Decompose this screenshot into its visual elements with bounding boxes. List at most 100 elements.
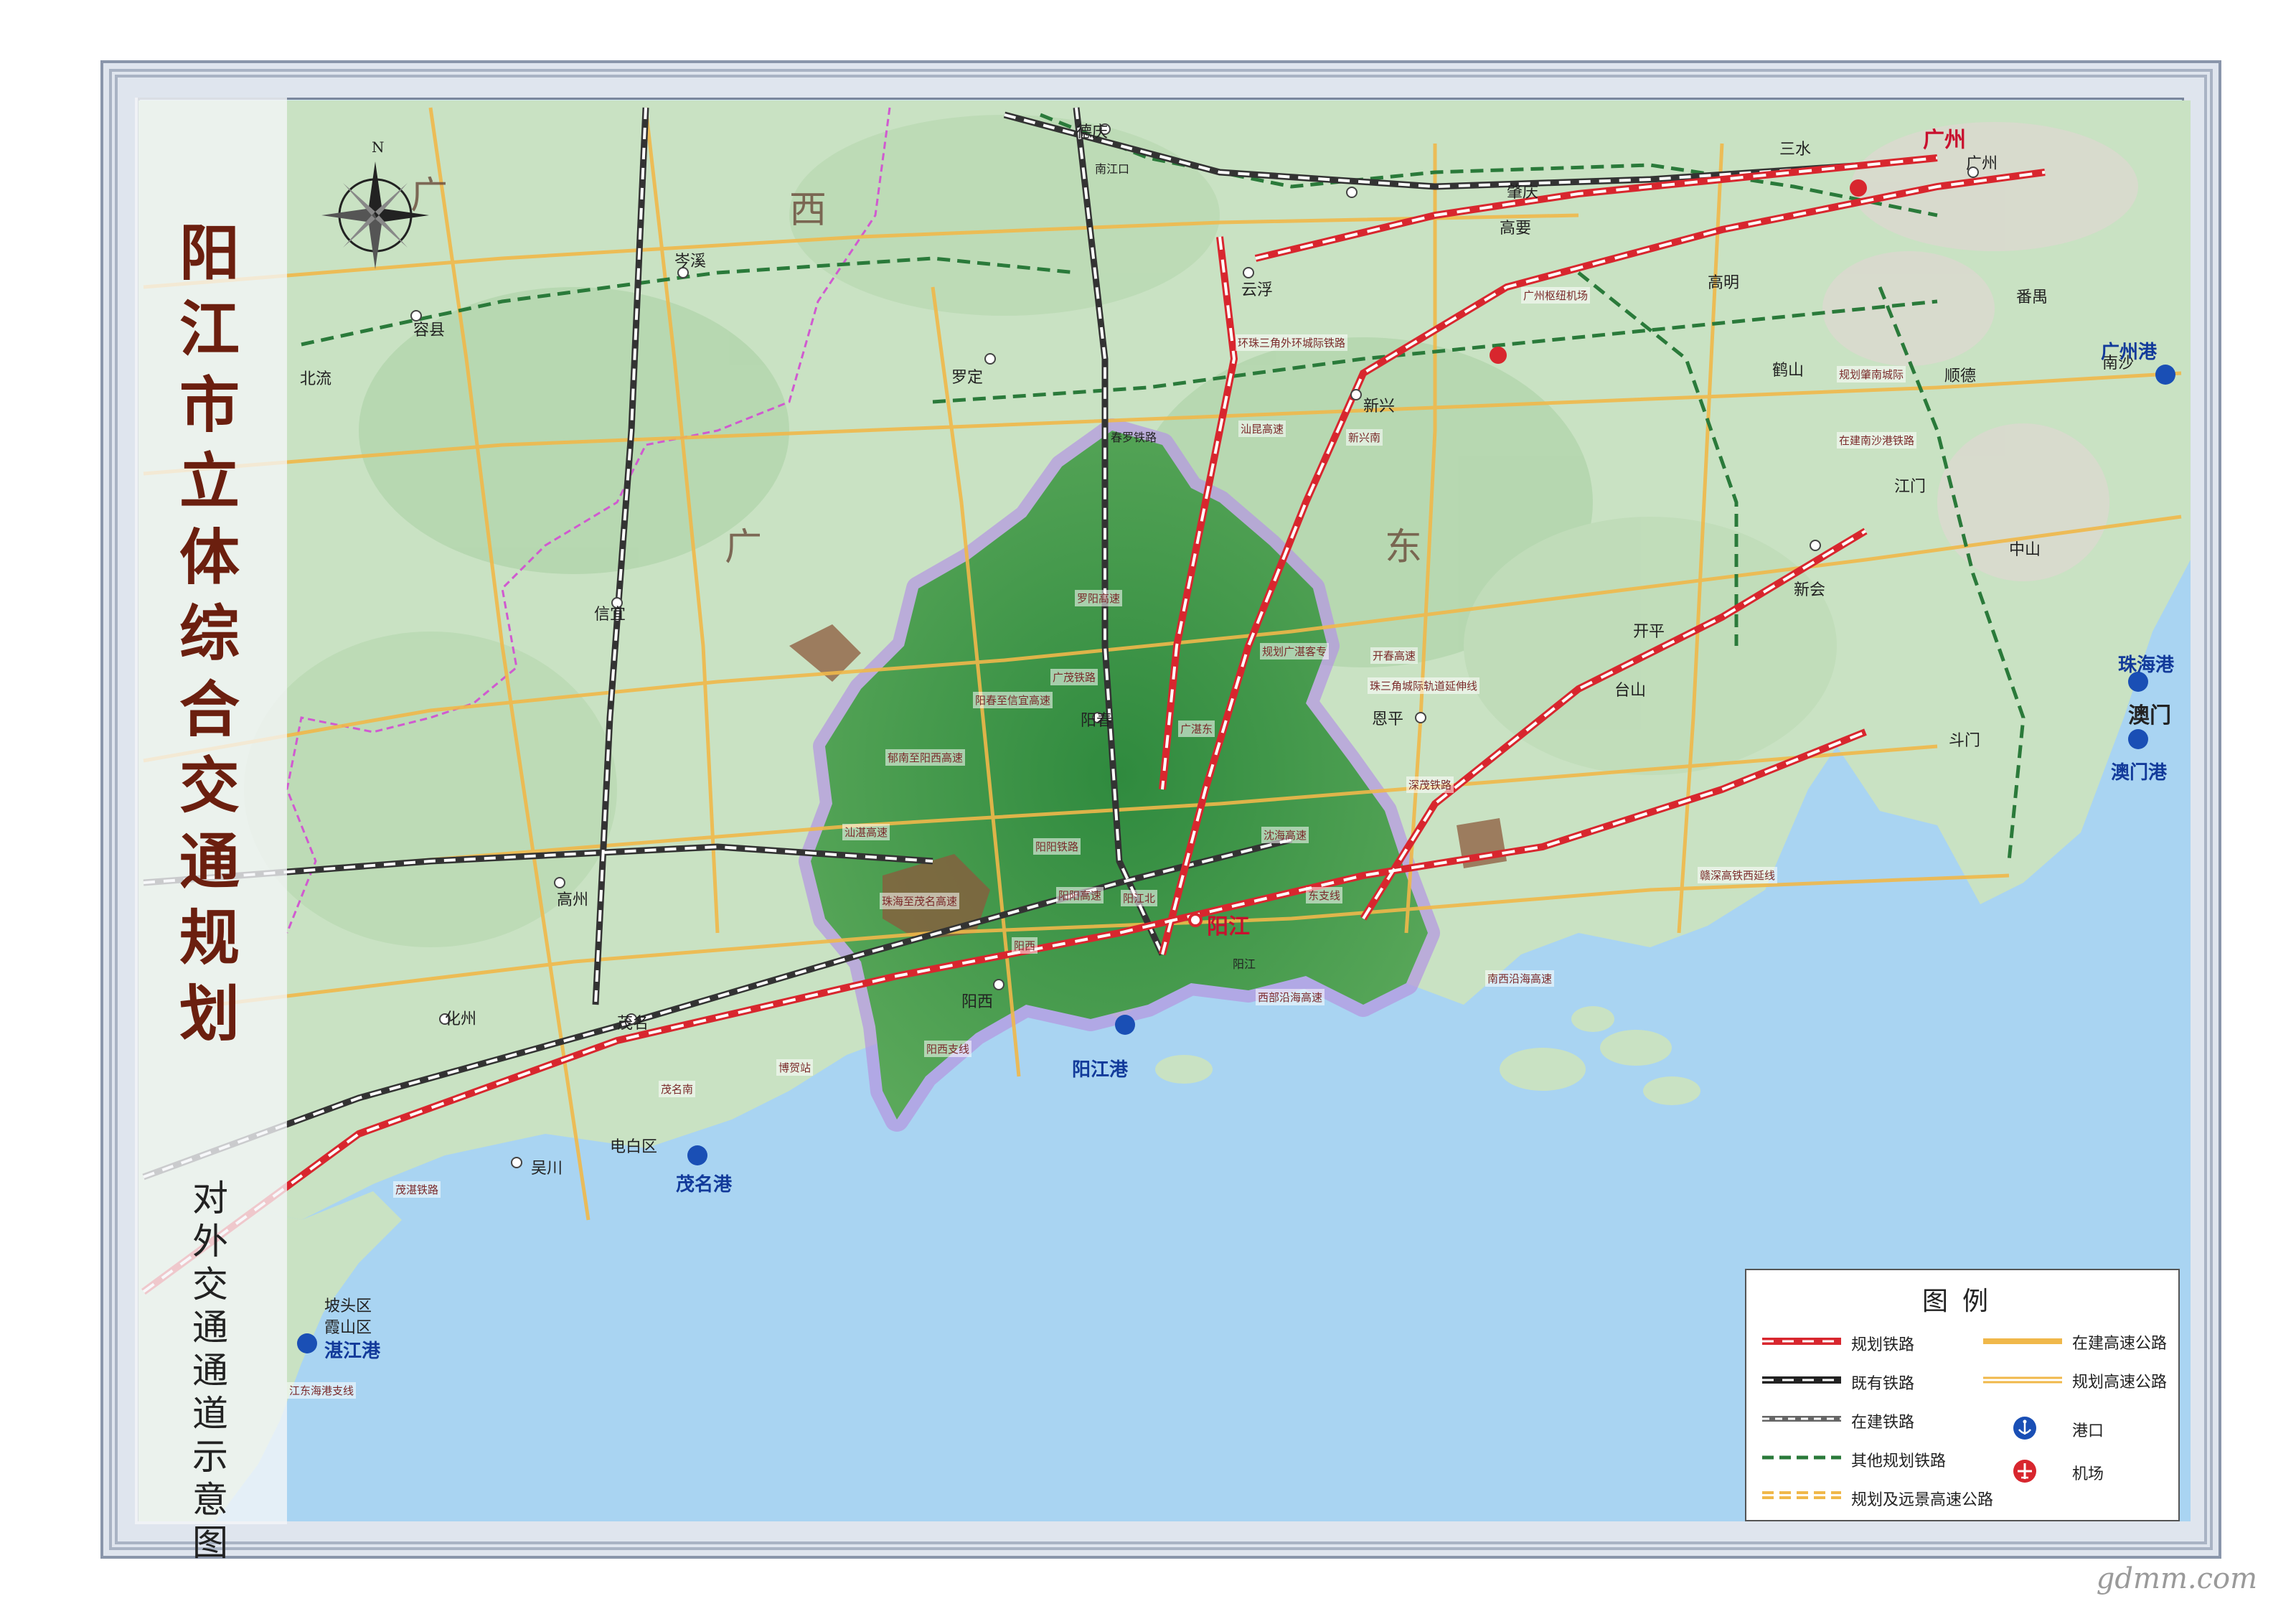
city-label-potou: 坡头区 [324,1297,372,1315]
port-label-zhanjiang: 湛江港 [324,1341,381,1362]
route-label-r28: 在建南沙港铁路 [1837,432,1917,449]
anchor-icon [2013,1417,2036,1440]
route-label-r8: 珠海至茂名高速 [880,893,960,909]
route-label-r24: 阳江北 [1121,890,1158,906]
city-label-xinxing: 新兴 [1363,398,1396,416]
legend-label-planned-rail: 规划铁路 [1851,1336,1915,1354]
city-label-yangjiang: 阳江 [1207,914,1250,939]
port-label-maoming: 茂名港 [676,1174,733,1196]
route-label-r14: 阳西支线 [924,1041,972,1057]
city-label-deqing: 德庆 [1076,123,1109,141]
route-label-r2: 规划广湛客专 [1260,643,1330,660]
legend-swatch-existing-rail [1762,1376,1841,1384]
region-label-guangdong-1: 广 [725,526,763,569]
city-label-taishan: 台山 [1614,682,1647,700]
legend-label-construction-rail: 在建铁路 [1851,1414,1915,1432]
city-label-dianbai: 电白区 [610,1138,658,1156]
compass-north-label: N [372,139,385,156]
route-label-r13: 西部沿海高速 [1256,989,1325,1005]
route-label-r25: 新兴南 [1346,429,1383,446]
city-label-guangzhou: 广州 [1966,155,1998,173]
station-label-yangjiang: 阳江 [1233,957,1256,971]
legend-label-planned-highway: 规划高速公路 [2072,1374,2168,1391]
city-label-guangzhou-red: 广州 [1923,128,1966,153]
port-label-guangzhou: 广州港 [2101,342,2158,363]
city-label-wuchuan: 吴川 [531,1160,563,1178]
route-label-r22: 茂名南 [659,1081,696,1097]
legend-title: 图例 [1921,1287,2003,1316]
legend-swatch-construction-rail [1762,1416,1841,1422]
route-label-r26: 广湛东 [1178,721,1215,737]
map-subtitle: 对外交通通道示意图 [192,1178,228,1564]
city-label-zhongshan: 中山 [2009,541,2041,559]
route-label-r20: 茂湛铁路 [393,1181,441,1198]
city-label-rongxian: 容县 [413,321,446,339]
route-label-r23: 阳西 [1012,937,1038,954]
city-label-chunluo: 春罗铁路 [1111,431,1157,444]
city-label-yunfu: 云浮 [1241,281,1274,299]
route-label-r31: 江东海港支线 [287,1382,357,1399]
route-label-r27: 汕昆高速 [1238,421,1286,437]
airplane-icon [2013,1460,2036,1483]
city-label-luoding: 罗定 [951,369,984,387]
route-label-r15: 深茂铁路 [1406,776,1454,793]
legend-label-existing-rail: 既有铁路 [1851,1375,1915,1393]
route-label-r18: 赣深高铁西延线 [1698,867,1778,883]
map-legend: 图例 规划铁路 既有铁路 在建铁路 其他规划铁路 规划及远景高速公路 在建高速公… [1745,1269,2180,1521]
route-label-r12: 东支线 [1306,887,1343,903]
legend-swatch-planned-future-highway [1762,1491,1841,1499]
city-label-xinyi: 信宜 [594,606,626,624]
city-label-jiangmen: 江门 [1894,478,1926,496]
city-label-nanjiangkou: 南江口 [1095,162,1130,176]
legend-label-other-planned-rail: 其他规划铁路 [1851,1452,1947,1470]
city-label-shunde: 顺德 [1944,367,1977,385]
city-label-maoming: 茂名 [617,1015,649,1033]
city-label-gaoyao: 高要 [1500,220,1532,238]
route-label-r30: 广州枢纽机场 [1521,287,1591,304]
map-title: 阳江市立体综合交通规划 [179,217,240,1049]
route-label-r19: 南西沿海高速 [1485,970,1555,987]
route-label-r17: 广茂铁路 [1050,669,1098,685]
city-label-macau: 澳门 [2128,703,2171,728]
port-label-yangjiang: 阳江港 [1072,1059,1129,1081]
watermark: gdmm.com [2096,1562,2257,1595]
legend-swatch-planned-rail [1762,1338,1841,1345]
legend-swatch-construction-highway [1983,1338,2062,1344]
legend-swatch-other-planned-rail [1762,1455,1841,1460]
region-label-guangxi-1: 广 [410,174,448,217]
city-label-yangchun: 阳春 [1081,712,1113,730]
route-label-r10: 阳阳高速 [1056,887,1104,903]
city-label-sanshui: 三水 [1779,141,1812,159]
route-label-r4: 罗阳高速 [1075,590,1123,606]
route-label-r29: 规划肇南城际 [1837,366,1906,382]
city-label-gaoming: 高明 [1708,274,1740,292]
port-label-macau: 澳门港 [2111,762,2168,784]
route-label-r6: 郁南至阳西高速 [885,749,966,766]
city-label-gaozhou: 高州 [557,891,589,909]
city-label-yangxi: 阳西 [961,993,994,1011]
route-label-r1: 环珠三角外环城际铁路 [1236,334,1348,351]
legend-label-planned-future-highway: 规划及远景高速公路 [1851,1491,1994,1509]
region-label-guangxi-2: 西 [789,189,827,232]
route-label-r11: 沈海高速 [1261,827,1309,843]
city-label-xinhui: 新会 [1794,581,1826,599]
legend-swatch-planned-highway [1983,1376,2062,1384]
region-label-guangdong-2: 东 [1385,526,1423,569]
city-label-cenxi: 岑溪 [674,253,707,271]
city-label-xiashan: 霞山区 [324,1319,372,1337]
legend-label-airport: 机场 [2072,1465,2104,1483]
city-label-beiliu: 北流 [300,370,332,388]
city-label-huazhou: 化州 [445,1010,477,1028]
route-label-r7: 汕湛高速 [842,824,890,840]
city-label-heshan: 鹤山 [1772,362,1805,380]
route-label-r21: 博贺站 [776,1059,814,1076]
route-label-r3: 珠三角城际轨道延伸线 [1368,677,1480,694]
city-label-panyu: 番禺 [2016,288,2048,306]
city-label-zhaoqing: 肇庆 [1507,184,1539,202]
legend-label-construction-highway: 在建高速公路 [2072,1335,2168,1353]
legend-label-port: 港口 [2072,1422,2104,1440]
route-label-r9: 阳阳铁路 [1033,838,1081,855]
city-label-enping: 恩平 [1372,710,1404,728]
port-label-zhuhai: 珠海港 [2118,654,2175,676]
yangjiang-city-marker [1188,913,1203,927]
